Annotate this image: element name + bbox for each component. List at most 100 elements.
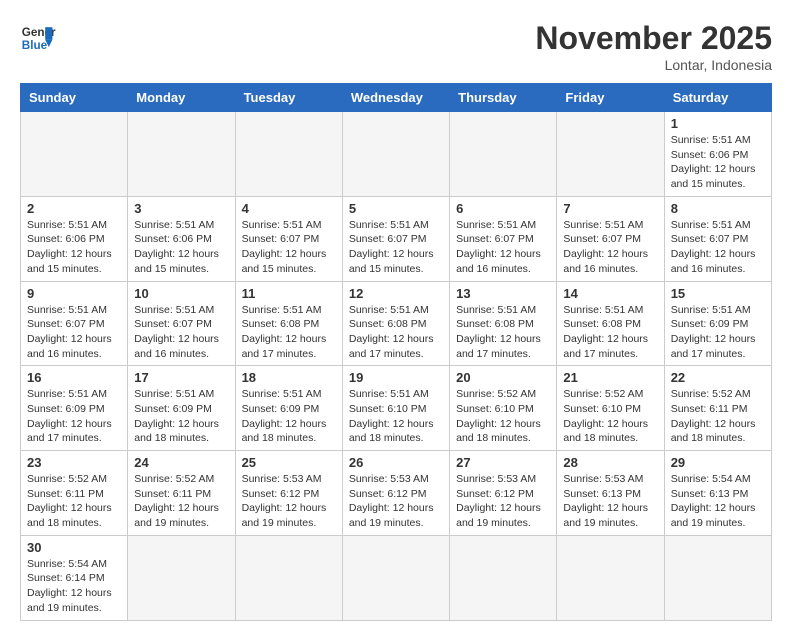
day-number: 21 — [563, 370, 657, 385]
day-number: 11 — [242, 286, 336, 301]
day-info: Sunrise: 5:51 AM Sunset: 6:08 PM Dayligh… — [563, 303, 657, 362]
day-number: 7 — [563, 201, 657, 216]
day-info: Sunrise: 5:51 AM Sunset: 6:07 PM Dayligh… — [27, 303, 121, 362]
month-title: November 2025 — [535, 20, 772, 57]
logo-icon: General Blue — [20, 20, 56, 56]
calendar-cell: 27Sunrise: 5:53 AM Sunset: 6:12 PM Dayli… — [450, 451, 557, 536]
day-number: 13 — [456, 286, 550, 301]
calendar-cell: 20Sunrise: 5:52 AM Sunset: 6:10 PM Dayli… — [450, 366, 557, 451]
day-number: 16 — [27, 370, 121, 385]
day-number: 18 — [242, 370, 336, 385]
calendar-cell: 22Sunrise: 5:52 AM Sunset: 6:11 PM Dayli… — [664, 366, 771, 451]
day-info: Sunrise: 5:53 AM Sunset: 6:12 PM Dayligh… — [349, 472, 443, 531]
calendar-cell: 15Sunrise: 5:51 AM Sunset: 6:09 PM Dayli… — [664, 281, 771, 366]
title-area: November 2025 Lontar, Indonesia — [535, 20, 772, 73]
calendar-header-row: SundayMondayTuesdayWednesdayThursdayFrid… — [21, 84, 772, 112]
day-info: Sunrise: 5:51 AM Sunset: 6:08 PM Dayligh… — [456, 303, 550, 362]
day-number: 23 — [27, 455, 121, 470]
calendar-cell: 3 Sunrise: 5:51 AM Sunset: 6:06 PM Daylig… — [128, 196, 235, 281]
calendar-cell: 4Sunrise: 5:51 AM Sunset: 6:07 PM Daylig… — [235, 196, 342, 281]
calendar-header-tuesday: Tuesday — [235, 84, 342, 112]
day-info: Sunrise: 5:52 AM Sunset: 6:10 PM Dayligh… — [563, 387, 657, 446]
calendar-cell: 12 Sunrise: 5:51 AM Sunset: 6:08 PM Dayli… — [342, 281, 449, 366]
day-info: Sunrise: 5:51 AM Sunset: 6:07 PM Dayligh… — [134, 303, 228, 362]
day-info: Sunrise: 5:52 AM Sunset: 6:11 PM Dayligh… — [27, 472, 121, 531]
calendar-cell — [128, 535, 235, 620]
calendar-cell — [235, 535, 342, 620]
day-info: Sunrise: 5:51 AM Sunset: 6:07 PM Dayligh… — [563, 218, 657, 277]
day-number: 8 — [671, 201, 765, 216]
calendar-cell: 8Sunrise: 5:51 AM Sunset: 6:07 PM Daylig… — [664, 196, 771, 281]
calendar-cell: 17Sunrise: 5:51 AM Sunset: 6:09 PM Dayli… — [128, 366, 235, 451]
calendar-cell: 23 Sunrise: 5:52 AM Sunset: 6:11 PM Dayli… — [21, 451, 128, 536]
day-number: 3 — [134, 201, 228, 216]
day-number: 5 — [349, 201, 443, 216]
day-number: 14 — [563, 286, 657, 301]
calendar-cell — [450, 112, 557, 197]
day-info: Sunrise: 5:54 AM Sunset: 6:13 PM Dayligh… — [671, 472, 765, 531]
calendar-cell: 13 Sunrise: 5:51 AM Sunset: 6:08 PM Dayli… — [450, 281, 557, 366]
calendar-cell: 5Sunrise: 5:51 AM Sunset: 6:07 PM Daylig… — [342, 196, 449, 281]
calendar-cell: 30 Sunrise: 5:54 AM Sunset: 6:14 PM Dayli… — [21, 535, 128, 620]
day-info: Sunrise: 5:52 AM Sunset: 6:10 PM Dayligh… — [456, 387, 550, 446]
day-number: 2 — [27, 201, 121, 216]
day-info: Sunrise: 5:52 AM Sunset: 6:11 PM Dayligh… — [134, 472, 228, 531]
calendar-header-sunday: Sunday — [21, 84, 128, 112]
day-number: 25 — [242, 455, 336, 470]
day-info: Sunrise: 5:51 AM Sunset: 6:10 PM Dayligh… — [349, 387, 443, 446]
day-info: Sunrise: 5:53 AM Sunset: 6:13 PM Dayligh… — [563, 472, 657, 531]
calendar-cell: 21 Sunrise: 5:52 AM Sunset: 6:10 PM Dayli… — [557, 366, 664, 451]
calendar-cell — [21, 112, 128, 197]
calendar-week-row: 23 Sunrise: 5:52 AM Sunset: 6:11 PM Dayli… — [21, 451, 772, 536]
calendar-cell — [450, 535, 557, 620]
calendar-header-friday: Friday — [557, 84, 664, 112]
calendar-week-row: 30 Sunrise: 5:54 AM Sunset: 6:14 PM Dayli… — [21, 535, 772, 620]
calendar-cell — [557, 535, 664, 620]
day-info: Sunrise: 5:51 AM Sunset: 6:09 PM Dayligh… — [242, 387, 336, 446]
day-info: Sunrise: 5:51 AM Sunset: 6:08 PM Dayligh… — [349, 303, 443, 362]
day-number: 4 — [242, 201, 336, 216]
logo: General Blue — [20, 20, 56, 56]
calendar-cell: 6 Sunrise: 5:51 AM Sunset: 6:07 PM Daylig… — [450, 196, 557, 281]
day-info: Sunrise: 5:51 AM Sunset: 6:06 PM Dayligh… — [27, 218, 121, 277]
day-info: Sunrise: 5:51 AM Sunset: 6:09 PM Dayligh… — [27, 387, 121, 446]
calendar-cell: 7 Sunrise: 5:51 AM Sunset: 6:07 PM Daylig… — [557, 196, 664, 281]
day-info: Sunrise: 5:54 AM Sunset: 6:14 PM Dayligh… — [27, 557, 121, 616]
day-number: 22 — [671, 370, 765, 385]
day-info: Sunrise: 5:51 AM Sunset: 6:09 PM Dayligh… — [134, 387, 228, 446]
calendar-cell: 2 Sunrise: 5:51 AM Sunset: 6:06 PM Daylig… — [21, 196, 128, 281]
day-number: 28 — [563, 455, 657, 470]
day-number: 26 — [349, 455, 443, 470]
calendar-cell: 24 Sunrise: 5:52 AM Sunset: 6:11 PM Dayli… — [128, 451, 235, 536]
day-info: Sunrise: 5:53 AM Sunset: 6:12 PM Dayligh… — [456, 472, 550, 531]
day-number: 29 — [671, 455, 765, 470]
day-number: 30 — [27, 540, 121, 555]
calendar-header-thursday: Thursday — [450, 84, 557, 112]
day-number: 1 — [671, 116, 765, 131]
calendar-week-row: 2 Sunrise: 5:51 AM Sunset: 6:06 PM Daylig… — [21, 196, 772, 281]
day-info: Sunrise: 5:51 AM Sunset: 6:07 PM Dayligh… — [456, 218, 550, 277]
calendar-header-wednesday: Wednesday — [342, 84, 449, 112]
day-number: 15 — [671, 286, 765, 301]
calendar-cell — [235, 112, 342, 197]
calendar-cell: 19 Sunrise: 5:51 AM Sunset: 6:10 PM Dayli… — [342, 366, 449, 451]
day-number: 6 — [456, 201, 550, 216]
day-number: 24 — [134, 455, 228, 470]
calendar-cell — [342, 535, 449, 620]
calendar: SundayMondayTuesdayWednesdayThursdayFrid… — [20, 83, 772, 621]
calendar-cell: 29 Sunrise: 5:54 AM Sunset: 6:13 PM Dayli… — [664, 451, 771, 536]
day-number: 12 — [349, 286, 443, 301]
day-number: 19 — [349, 370, 443, 385]
header: General Blue November 2025 Lontar, Indon… — [20, 20, 772, 73]
calendar-cell: 25Sunrise: 5:53 AM Sunset: 6:12 PM Dayli… — [235, 451, 342, 536]
calendar-cell: 28 Sunrise: 5:53 AM Sunset: 6:13 PM Dayli… — [557, 451, 664, 536]
calendar-cell — [128, 112, 235, 197]
day-number: 9 — [27, 286, 121, 301]
day-info: Sunrise: 5:51 AM Sunset: 6:06 PM Dayligh… — [134, 218, 228, 277]
calendar-cell: 26 Sunrise: 5:53 AM Sunset: 6:12 PM Dayli… — [342, 451, 449, 536]
calendar-header-saturday: Saturday — [664, 84, 771, 112]
calendar-week-row: 1Sunrise: 5:51 AM Sunset: 6:06 PM Daylig… — [21, 112, 772, 197]
calendar-cell — [664, 535, 771, 620]
calendar-cell: 9 Sunrise: 5:51 AM Sunset: 6:07 PM Daylig… — [21, 281, 128, 366]
calendar-cell: 14 Sunrise: 5:51 AM Sunset: 6:08 PM Dayli… — [557, 281, 664, 366]
